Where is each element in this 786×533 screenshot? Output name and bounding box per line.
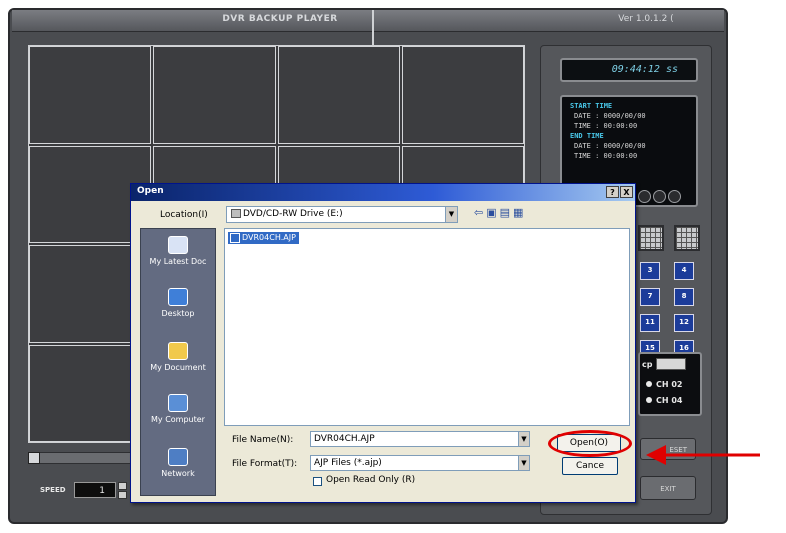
end-time-label: END TIME	[570, 132, 604, 140]
place-my-documents[interactable]: My Document	[140, 342, 216, 372]
stop-icon[interactable]	[668, 190, 681, 203]
file-item[interactable]: DVR04CH.AJP	[228, 232, 299, 244]
layout-buttons	[638, 225, 710, 255]
chevron-down-icon[interactable]: ▼	[445, 207, 457, 222]
pause-icon[interactable]	[653, 190, 666, 203]
drive-icon	[231, 209, 241, 218]
place-label: Desktop	[161, 309, 195, 318]
read-only-label: Open Read Only (R)	[326, 475, 416, 485]
channel-select-label: cp	[642, 360, 653, 369]
ch02-label: CH 02	[656, 380, 683, 389]
file-format-select[interactable]: AJP Files (*.ajp)	[310, 455, 530, 471]
radio-dot-icon	[646, 381, 652, 387]
cancel-button[interactable]: Cance	[562, 457, 618, 475]
location-label: Location(I)	[160, 210, 208, 220]
player-title: DVR BACKUP PLAYER	[222, 14, 338, 24]
seek-thumb[interactable]	[28, 452, 40, 464]
speed-value: 1	[74, 482, 116, 498]
channel-buttons: 3 4 7 8 11 12 15 16	[640, 262, 694, 358]
start-date: DATE : 0000/00/00	[574, 112, 646, 120]
network-icon	[168, 448, 188, 466]
playback-controls	[636, 188, 681, 207]
desktop-icon	[168, 288, 188, 306]
new-folder-icon[interactable]: ▤	[500, 206, 513, 219]
back-icon[interactable]: ⇦	[474, 206, 486, 219]
file-name-input[interactable]: DVR04CH.AJP	[310, 431, 530, 447]
place-network[interactable]: Network	[140, 448, 216, 478]
channel-button[interactable]: 7	[640, 288, 660, 306]
read-only-checkbox[interactable]	[313, 477, 322, 486]
location-select[interactable]: DVD/CD-RW Drive (E:)	[226, 206, 458, 223]
view-menu-icon[interactable]: ▦	[513, 206, 526, 219]
file-format-label: File Format(T):	[232, 459, 298, 469]
my-documents-icon	[168, 342, 188, 360]
video-cell[interactable]	[277, 46, 400, 144]
speed-label: SPEED	[40, 486, 66, 494]
dialog-title: Open	[137, 186, 164, 196]
channel-button[interactable]: 11	[640, 314, 660, 332]
start-time: TIME : 00:00:00	[574, 122, 638, 130]
end-date: DATE : 0000/00/00	[574, 142, 646, 150]
channel-select[interactable]	[656, 358, 686, 370]
place-label: Network	[161, 469, 195, 478]
video-cell[interactable]	[29, 46, 152, 144]
file-item-name: DVR04CH.AJP	[242, 233, 296, 242]
nav-toolbar: ⇦▣▤▦	[474, 206, 526, 219]
channel-button[interactable]: 12	[674, 314, 694, 332]
ch02-radio[interactable]: CH 02	[646, 380, 682, 389]
file-list[interactable]	[224, 228, 630, 426]
play-icon[interactable]	[638, 190, 651, 203]
chevron-down-icon[interactable]: ▼	[518, 456, 529, 470]
speed-down-button[interactable]	[118, 491, 127, 499]
chevron-down-icon[interactable]: ▼	[518, 432, 529, 446]
help-button[interactable]: ?	[606, 186, 619, 198]
place-my-computer[interactable]: My Computer	[140, 394, 216, 424]
speed-up-button[interactable]	[118, 482, 127, 490]
channel-button[interactable]: 4	[674, 262, 694, 280]
close-button[interactable]: X	[620, 186, 633, 198]
video-cell[interactable]	[401, 46, 524, 144]
place-recent-documents[interactable]: My Latest Doc	[140, 236, 216, 266]
my-computer-icon	[168, 394, 188, 412]
ch04-label: CH 04	[656, 396, 683, 405]
end-time: TIME : 00:00:00	[574, 152, 638, 160]
recent-documents-icon	[168, 236, 188, 254]
red-arrow-icon	[646, 445, 760, 465]
place-label: My Computer	[151, 415, 205, 424]
place-label: My Document	[150, 363, 206, 372]
grid-16-icon[interactable]	[674, 225, 700, 251]
grid-9-icon[interactable]	[638, 225, 664, 251]
place-desktop[interactable]: Desktop	[140, 288, 216, 318]
up-folder-icon[interactable]: ▣	[486, 206, 499, 219]
clock-display: 09:44:12 ss	[560, 58, 698, 82]
place-label: My Latest Doc	[149, 257, 207, 266]
exit-button[interactable]: EXIT	[640, 476, 696, 500]
ch04-radio[interactable]: CH 04	[646, 396, 682, 405]
channel-button[interactable]: 3	[640, 262, 660, 280]
file-name-label: File Name(N):	[232, 435, 294, 445]
radio-dot-icon	[646, 397, 652, 403]
player-version: Ver 1.0.1.2 (	[618, 14, 674, 24]
dialog-titlebar	[131, 184, 635, 201]
highlight-ellipse	[548, 430, 632, 457]
location-value: DVD/CD-RW Drive (E:)	[243, 209, 343, 219]
channel-button[interactable]: 8	[674, 288, 694, 306]
start-time-label: START TIME	[570, 102, 613, 110]
file-icon	[230, 232, 240, 243]
video-cell[interactable]	[153, 46, 276, 144]
